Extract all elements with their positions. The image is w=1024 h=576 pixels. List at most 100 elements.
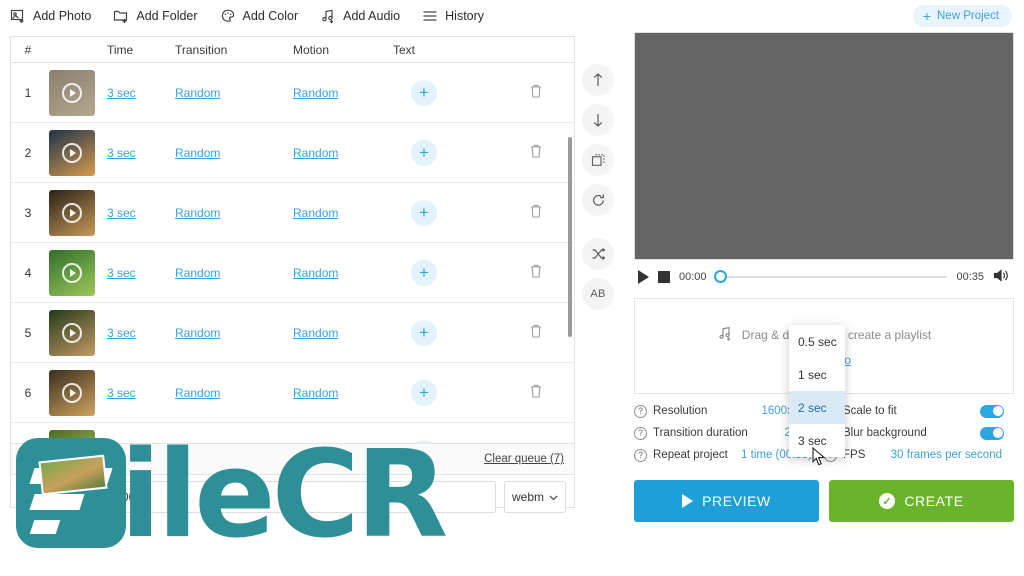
dropdown-option[interactable]: 0.5 sec xyxy=(789,325,845,358)
help-icon[interactable]: ? xyxy=(634,448,647,462)
media-thumbnail[interactable] xyxy=(49,69,95,116)
table-row[interactable]: 5 3 sec Random Random + xyxy=(11,303,574,363)
row-transition-link[interactable]: Random xyxy=(175,386,220,400)
delete-row-icon[interactable] xyxy=(529,384,543,402)
row-motion-link[interactable]: Random xyxy=(293,326,338,340)
add-text-button[interactable]: + xyxy=(411,379,437,406)
add-folder-icon xyxy=(113,8,129,24)
add-folder-label: Add Folder xyxy=(136,9,198,23)
media-thumbnail[interactable] xyxy=(49,369,95,416)
table-row[interactable]: 3 3 sec Random Random + xyxy=(11,183,574,243)
blur-background-toggle[interactable] xyxy=(980,426,1004,440)
row-motion-link[interactable]: Random xyxy=(293,206,338,220)
stop-icon[interactable] xyxy=(658,271,670,283)
play-icon[interactable] xyxy=(62,82,82,103)
play-icon[interactable] xyxy=(62,262,82,283)
table-row[interactable]: 2 3 sec Random Random + xyxy=(11,123,574,183)
play-icon[interactable] xyxy=(62,202,82,223)
sort-ab-icon[interactable]: AB xyxy=(582,278,614,310)
row-time-link[interactable]: 3 sec xyxy=(107,266,136,280)
play-icon[interactable] xyxy=(62,322,82,343)
table-row[interactable]: 6 3 sec Random Random + xyxy=(11,363,574,423)
help-icon[interactable]: ? xyxy=(634,426,647,440)
media-thumbnail[interactable] xyxy=(49,429,95,443)
add-text-button[interactable]: + xyxy=(411,139,437,166)
table-row[interactable]: 73 secRandomRandom+ xyxy=(11,423,574,443)
clear-queue-link[interactable]: Clear queue (7) xyxy=(484,453,564,465)
row-thumbnail-cell xyxy=(45,189,107,236)
add-photo-button[interactable]: Add Photo xyxy=(10,8,91,24)
table-row[interactable]: 4 3 sec Random Random + xyxy=(11,243,574,303)
add-text-button[interactable]: + xyxy=(411,319,437,346)
table-row[interactable]: 1 3 sec Random Random + xyxy=(11,63,574,123)
volume-icon[interactable] xyxy=(993,268,1010,286)
history-label: History xyxy=(445,9,485,23)
row-transition-link[interactable]: Random xyxy=(175,326,220,340)
row-transition-link[interactable]: Random xyxy=(175,266,220,280)
format-select[interactable]: webm xyxy=(504,481,566,513)
play-icon[interactable] xyxy=(62,142,82,163)
seek-slider[interactable] xyxy=(713,270,948,283)
add-text-button[interactable]: + xyxy=(411,259,437,286)
add-color-button[interactable]: Add Color xyxy=(220,8,298,24)
queue-rows-container[interactable]: 13 sec Random Random +2 3 sec Random Random +3 3… xyxy=(11,63,574,443)
video-preview-area[interactable] xyxy=(634,32,1014,260)
history-button[interactable]: History xyxy=(422,9,484,23)
row-motion-link[interactable]: Random xyxy=(293,266,338,280)
create-button[interactable]: ✓ CREATE xyxy=(829,480,1014,522)
row-index: 4 xyxy=(24,265,32,280)
row-transition-link[interactable]: Random xyxy=(175,86,220,100)
play-icon[interactable] xyxy=(638,270,649,284)
delete-row-icon[interactable] xyxy=(529,204,543,222)
preview-button[interactable]: PREVIEW xyxy=(634,480,819,522)
row-motion-link[interactable]: Random xyxy=(293,86,338,100)
row-time-link[interactable]: 3 sec xyxy=(107,206,136,220)
media-thumbnail[interactable] xyxy=(49,249,95,296)
move-down-icon[interactable] xyxy=(582,104,614,136)
history-icon xyxy=(422,9,438,23)
add-text-button[interactable]: + xyxy=(411,439,437,443)
row-motion-link[interactable]: Random xyxy=(293,146,338,160)
move-up-icon[interactable] xyxy=(582,64,614,96)
media-queue-panel: # Time Transition Motion Text 1 3 sec Rand… xyxy=(10,36,575,513)
row-thumbnail-cell xyxy=(45,129,107,176)
scale-to-fit-toggle[interactable] xyxy=(980,404,1004,418)
row-time-link[interactable]: 3 sec xyxy=(107,326,136,340)
queue-scrollbar[interactable] xyxy=(568,67,572,443)
media-thumbnail[interactable] xyxy=(49,189,95,236)
add-audio-button[interactable]: Add Audio xyxy=(320,8,400,24)
row-transition-link[interactable]: Random xyxy=(175,146,220,160)
add-folder-button[interactable]: Add Folder xyxy=(113,8,198,24)
media-thumbnail[interactable] xyxy=(49,129,95,176)
seek-handle[interactable] xyxy=(713,270,727,283)
delete-row-icon[interactable] xyxy=(529,144,543,162)
setting-blur-background-label: Blur background xyxy=(843,427,927,439)
add-text-button[interactable]: + xyxy=(411,199,437,226)
duplicate-icon[interactable] xyxy=(582,144,614,176)
play-icon[interactable] xyxy=(62,382,82,403)
delete-row-icon[interactable] xyxy=(529,264,543,282)
add-text-button[interactable]: + xyxy=(411,79,437,106)
shuffle-icon[interactable] xyxy=(582,238,614,270)
filename-input[interactable]: 2023-10-25_113906 xyxy=(19,481,496,513)
setting-fps-value[interactable]: 30 frames per second xyxy=(891,449,1014,461)
current-time-label: 00:00 xyxy=(679,271,707,283)
queue-scrollbar-thumb[interactable] xyxy=(568,137,572,337)
transition-duration-dropdown[interactable]: 0.5 sec 1 sec 2 sec 3 sec xyxy=(789,325,845,457)
media-thumbnail[interactable] xyxy=(49,309,95,356)
dropdown-option[interactable]: 1 sec xyxy=(789,358,845,391)
setting-resolution-label: Resolution xyxy=(653,405,708,417)
dropdown-option[interactable]: 2 sec xyxy=(789,391,845,424)
row-time-link[interactable]: 3 sec xyxy=(107,386,136,400)
delete-row-icon[interactable] xyxy=(529,84,543,102)
play-icon[interactable] xyxy=(62,442,82,443)
help-icon[interactable]: ? xyxy=(634,404,647,418)
row-time-link[interactable]: 3 sec xyxy=(107,86,136,100)
row-transition-link[interactable]: Random xyxy=(175,206,220,220)
row-motion-link[interactable]: Random xyxy=(293,386,338,400)
new-project-button[interactable]: + New Project xyxy=(912,5,1012,27)
rotate-icon[interactable] xyxy=(582,184,614,216)
setting-fps-label: FPS xyxy=(843,449,866,461)
row-time-link[interactable]: 3 sec xyxy=(107,146,136,160)
delete-row-icon[interactable] xyxy=(529,324,543,342)
